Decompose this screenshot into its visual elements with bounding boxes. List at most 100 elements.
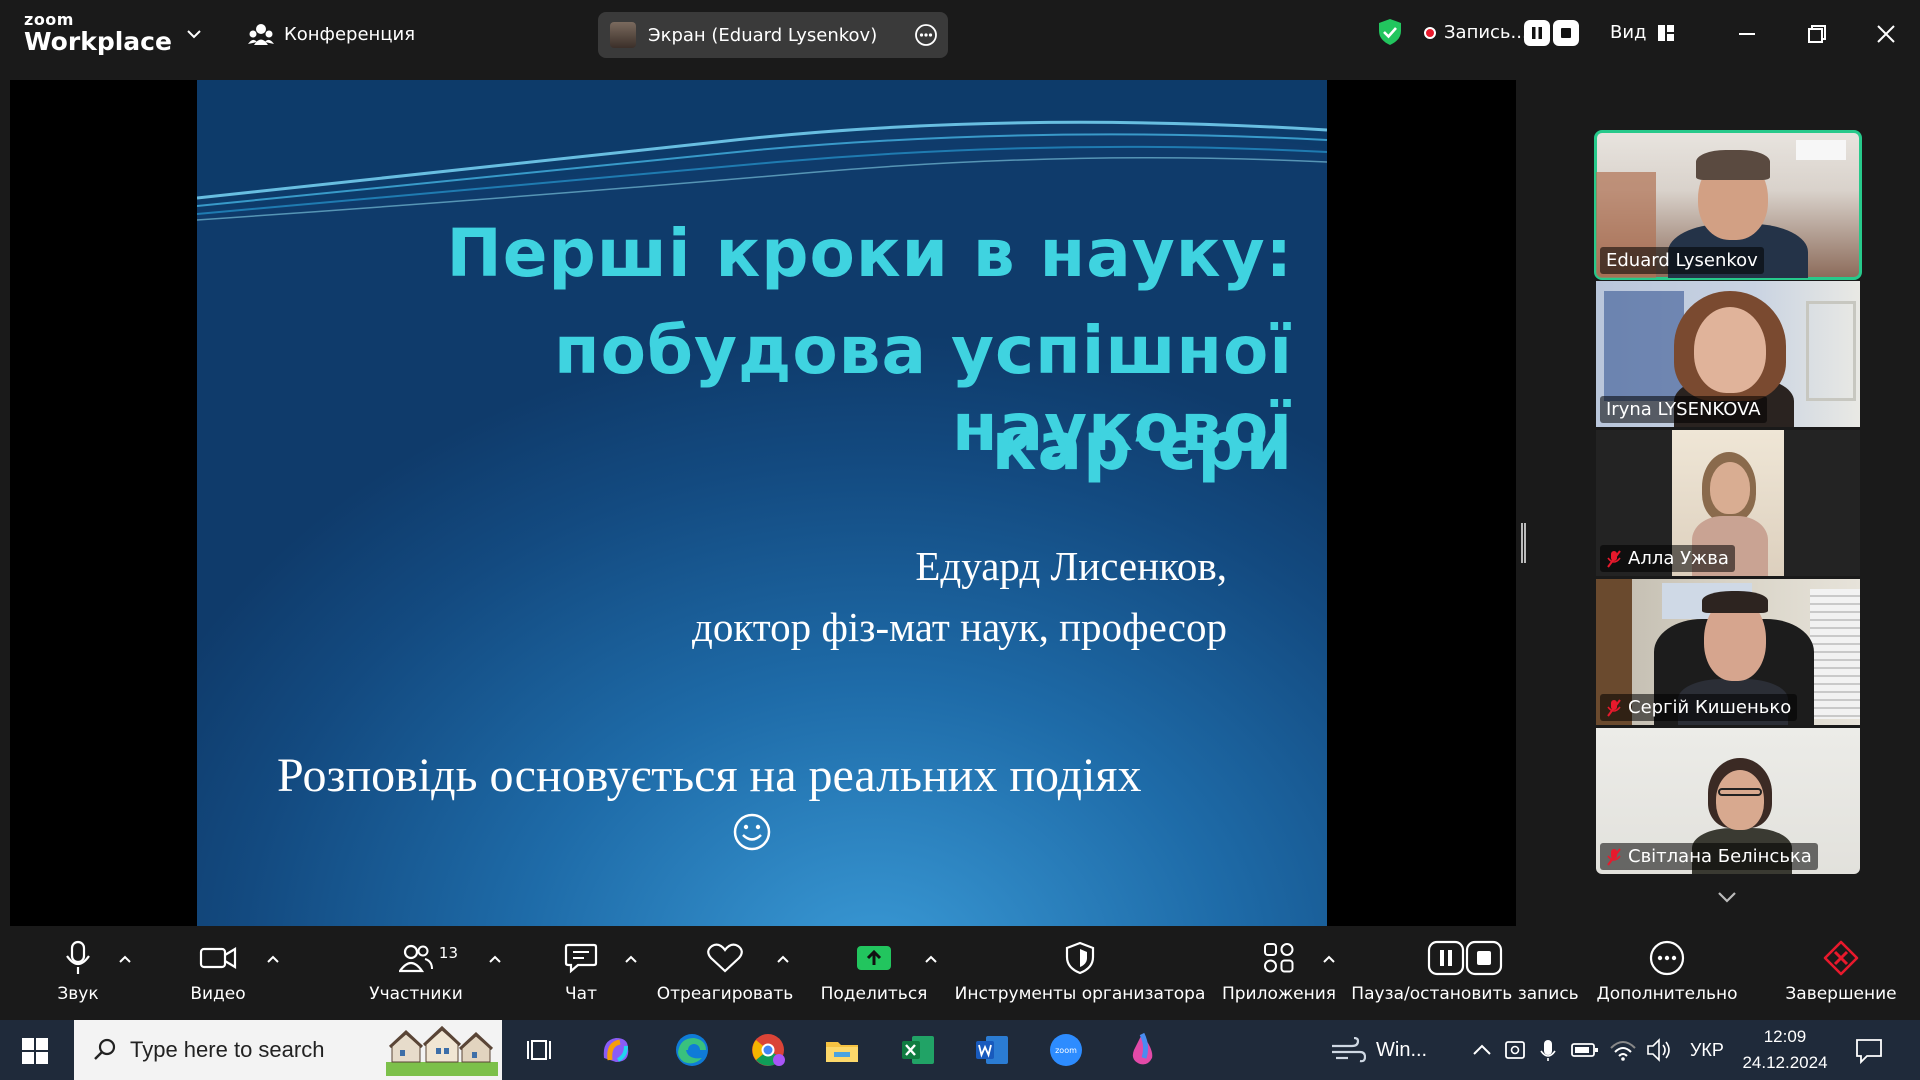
grid-view-icon — [1657, 24, 1674, 41]
notifications-icon[interactable] — [1852, 1030, 1886, 1070]
participant-tile[interactable]: Iryna LYSENKOVA — [1596, 281, 1860, 427]
slide-author-title: доктор фіз-мат наук, професор — [691, 604, 1227, 650]
people-icon — [248, 24, 274, 45]
more-icon — [1649, 940, 1685, 976]
participants-button[interactable]: 13 Участники — [369, 932, 463, 1020]
view-menu-button[interactable]: Вид — [1610, 22, 1675, 43]
more-options-icon[interactable] — [914, 23, 938, 47]
participant-hair — [1696, 150, 1770, 180]
react-options-chevron-icon[interactable] — [776, 954, 790, 964]
excel-icon[interactable] — [898, 1030, 938, 1070]
shield-icon — [1065, 941, 1095, 975]
input-language-indicator[interactable]: УКР — [1690, 1020, 1724, 1080]
mic-muted-icon — [1607, 847, 1621, 866]
background-banner — [1604, 291, 1684, 401]
recording-indicator: Запись... — [1424, 22, 1528, 43]
zoom-app-icon[interactable]: zoom — [1046, 1030, 1086, 1070]
participant-tile[interactable]: Eduard Lysenkov — [1594, 130, 1862, 280]
presentation-slide: Перші кроки в науку: побудова успішної н… — [197, 80, 1327, 926]
end-meeting-button[interactable]: Завершение — [1785, 932, 1897, 1020]
ceiling-light — [1796, 140, 1846, 160]
search-placeholder: Type here to search — [130, 1037, 325, 1062]
end-meeting-icon — [1823, 940, 1859, 976]
search-highlight-houses-icon — [386, 1025, 498, 1076]
share-screen-icon — [857, 946, 891, 970]
microphone-status-icon[interactable] — [1536, 1030, 1560, 1070]
scroll-down-chevron-icon[interactable] — [1714, 886, 1740, 908]
stop-icon — [1561, 28, 1571, 38]
apps-options-chevron-icon[interactable] — [1322, 954, 1336, 964]
task-view-icon[interactable] — [520, 1030, 560, 1070]
participants-icon — [399, 944, 433, 973]
mic-muted-icon — [1607, 549, 1621, 568]
video-button[interactable]: Видео — [188, 932, 248, 1020]
slide-subtitle: Розповідь основується на реальних подіях — [277, 749, 1142, 802]
audio-options-chevron-icon[interactable] — [118, 954, 132, 964]
record-dot-icon — [1424, 26, 1436, 39]
door-frame — [1806, 301, 1856, 401]
participant-name-tag: Сергій Кишенько — [1600, 694, 1798, 721]
panel-resize-handle[interactable] — [1521, 523, 1526, 563]
taskbar-clock[interactable]: 12:09 24.12.2024 — [1735, 1024, 1835, 1076]
mic-muted-icon — [1607, 698, 1621, 717]
recording-label: Запись... — [1444, 22, 1528, 43]
volume-icon[interactable] — [1644, 1030, 1674, 1070]
taskbar-search-box[interactable]: Type here to search — [74, 1020, 502, 1080]
react-button[interactable]: Отреагировать — [657, 932, 793, 1020]
pause-recording-button[interactable] — [1524, 20, 1550, 46]
heart-icon — [707, 943, 743, 973]
host-tools-button[interactable]: Инструменты организатора — [955, 932, 1205, 1020]
participant-tile[interactable]: Сергій Кишенько — [1596, 579, 1860, 725]
stop-recording-button[interactable] — [1553, 20, 1579, 46]
share-options-chevron-icon[interactable] — [924, 954, 938, 964]
screen-share-indicator[interactable]: Экран (Eduard Lysenkov) — [598, 12, 948, 58]
chrome-browser-icon[interactable] — [748, 1030, 788, 1070]
participant-name: Алла Ужва — [1628, 548, 1729, 569]
close-icon[interactable] — [1870, 18, 1902, 50]
slide-title-line-3: кар’єри — [991, 408, 1293, 485]
participant-name-tag: Алла Ужва — [1600, 545, 1735, 572]
restore-icon[interactable] — [1801, 18, 1833, 50]
camera-status-icon[interactable] — [1502, 1030, 1528, 1070]
participant-name: Сергій Кишенько — [1628, 697, 1792, 718]
search-icon — [94, 1038, 116, 1060]
participant-tile[interactable]: Алла Ужва — [1596, 430, 1860, 576]
glasses — [1718, 788, 1762, 796]
weather-widget[interactable]: Win... — [1330, 1020, 1427, 1080]
windows-start-icon[interactable] — [22, 1038, 48, 1064]
participant-tile[interactable]: Світлана Белінська — [1596, 728, 1860, 874]
battery-icon[interactable] — [1570, 1030, 1600, 1070]
audio-button[interactable]: Звук — [52, 932, 104, 1020]
window-blinds — [1810, 589, 1860, 719]
meeting-info-button[interactable]: Конференция — [248, 22, 415, 46]
more-button[interactable]: Дополнительно — [1596, 932, 1738, 1020]
apps-button[interactable]: Приложения — [1222, 932, 1336, 1020]
participants-options-chevron-icon[interactable] — [488, 954, 502, 964]
slide-title-line-1: Перші кроки в науку: — [446, 215, 1293, 292]
edge-browser-icon[interactable] — [672, 1030, 712, 1070]
network-icon[interactable] — [1608, 1030, 1638, 1070]
pause-icon — [1532, 27, 1542, 39]
paint-app-icon[interactable] — [1122, 1030, 1162, 1070]
pause-stop-recording-button[interactable]: Пауза/остановить запись — [1351, 932, 1579, 1020]
word-icon[interactable] — [972, 1030, 1012, 1070]
participant-face — [1716, 770, 1764, 830]
tray-overflow-chevron-icon[interactable] — [1470, 1030, 1494, 1070]
chat-button[interactable]: Чат — [560, 932, 602, 1020]
chevron-down-icon[interactable] — [184, 24, 204, 44]
view-label: Вид — [1610, 22, 1647, 43]
clock-date: 24.12.2024 — [1742, 1053, 1828, 1072]
participant-name-tag: Світлана Белінська — [1600, 843, 1818, 870]
file-explorer-icon[interactable] — [822, 1030, 862, 1070]
copilot-icon[interactable] — [596, 1030, 636, 1070]
participant-name: Iryna LYSENKOVA — [1606, 399, 1761, 420]
chat-options-chevron-icon[interactable] — [624, 954, 638, 964]
share-screen-button[interactable]: Поделиться — [821, 932, 927, 1020]
participant-hair — [1702, 591, 1768, 613]
presenter-avatar — [610, 22, 636, 48]
minimize-icon[interactable] — [1731, 18, 1763, 50]
zoom-logo: zoom Workplace — [24, 10, 172, 56]
video-options-chevron-icon[interactable] — [266, 954, 280, 964]
pause-stop-record-icon — [1427, 940, 1503, 976]
encryption-shield-icon[interactable] — [1378, 18, 1402, 46]
